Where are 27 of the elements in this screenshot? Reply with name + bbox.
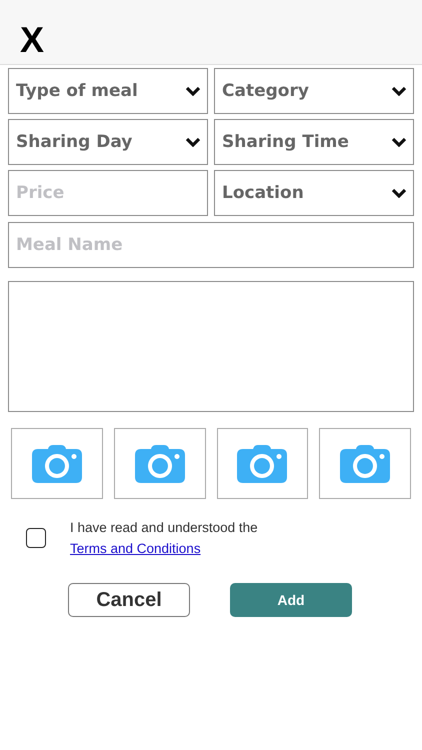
- text-field[interactable]: Price: [8, 170, 208, 216]
- dropdown-field[interactable]: Type of meal: [8, 68, 208, 114]
- chevron-down-icon: [391, 188, 407, 198]
- terms-text: I have read and understood the Terms and Conditions: [70, 519, 259, 558]
- photo-slot[interactable]: [319, 428, 411, 499]
- dropdown-field[interactable]: Location: [214, 170, 414, 216]
- close-button[interactable]: X: [20, 20, 44, 60]
- photo-slot[interactable]: [114, 428, 206, 499]
- camera-icon: [340, 444, 390, 482]
- terms-link[interactable]: Terms and Conditions: [70, 541, 201, 556]
- camera-icon: [134, 444, 185, 482]
- cancel-button[interactable]: Cancel: [68, 583, 190, 617]
- description-field[interactable]: [8, 281, 414, 412]
- dropdown-field[interactable]: Sharing Day: [8, 119, 208, 165]
- add-button[interactable]: Add: [230, 583, 352, 617]
- terms-checkbox[interactable]: [26, 528, 46, 548]
- photo-slot[interactable]: [11, 428, 103, 499]
- chevron-down-icon: [391, 137, 407, 147]
- chevron-down-icon: [391, 86, 407, 96]
- dropdown-field[interactable]: Category: [214, 68, 414, 114]
- photo-slot[interactable]: [216, 428, 308, 499]
- chevron-down-icon: [185, 86, 201, 96]
- chevron-down-icon: [185, 137, 201, 147]
- dropdown-field[interactable]: Sharing Time: [214, 119, 414, 165]
- text-field[interactable]: Meal Name: [8, 222, 414, 268]
- camera-icon: [237, 444, 288, 482]
- camera-icon: [32, 444, 82, 482]
